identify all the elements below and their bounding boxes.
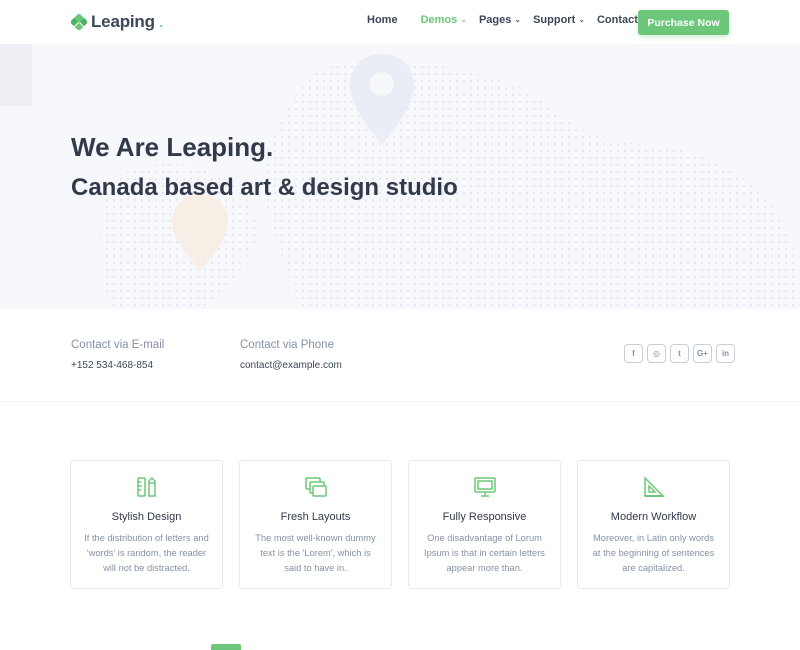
chevron-down-icon: ⌄	[514, 14, 522, 24]
feature-text: Moreover, in Latin only words at the beg…	[592, 533, 715, 573]
nav-pages-label: Pages	[478, 14, 512, 26]
purchase-now-button[interactable]: Purchase Now	[638, 10, 729, 35]
phone-label: Contact via Phone	[240, 339, 334, 351]
ruler-pencil-icon	[137, 476, 156, 497]
nav-contact[interactable]: Contact	[597, 14, 638, 26]
monitor-icon	[474, 477, 496, 497]
nav-contact-label: Contact	[596, 14, 638, 26]
feature-title: Stylish Design	[111, 511, 182, 523]
hero-section: We Are Leaping. Canada based art & desig…	[0, 44, 800, 309]
feature-cards: Stylish Design If the distribution of le…	[70, 460, 730, 589]
section-accent-tab	[211, 644, 241, 650]
email-label: Contact via E-mail	[71, 339, 165, 351]
navbar: Leaping. Home Demos ⌄ Pages ⌄ Support ⌄ …	[0, 0, 800, 44]
feature-card: Fully Responsive One disadvantage of Lor…	[408, 460, 561, 589]
nav-demos-label: Demos	[420, 14, 458, 26]
nav-support-label: Support	[533, 14, 576, 26]
feature-card: Fresh Layouts The most well-known dummy …	[239, 460, 392, 589]
nav-support[interactable]: Support ⌄	[533, 14, 585, 26]
twitter-icon[interactable]: t	[670, 344, 689, 363]
nav-demos[interactable]: Demos ⌄	[421, 14, 467, 26]
hero-title: We Are Leaping.	[71, 132, 274, 162]
brand-name: Leaping	[91, 12, 155, 31]
logo-diamond-icon	[71, 14, 87, 30]
feature-text: One disadvantage of Lorum Ipsum is that …	[424, 533, 545, 573]
instagram-icon[interactable]: ◎	[647, 344, 666, 363]
layers-icon	[305, 477, 327, 497]
chevron-down-icon: ⌄	[460, 14, 467, 24]
nav-home[interactable]: Home	[367, 14, 398, 26]
contact-strip: Contact via E-mail +152 534-468-854 Cont…	[0, 309, 800, 402]
linkedin-icon[interactable]: in	[716, 344, 735, 363]
google-plus-icon[interactable]: G+	[693, 344, 712, 363]
feature-title: Fresh Layouts	[280, 511, 351, 523]
brand-logo[interactable]: Leaping.	[71, 12, 164, 32]
email-value[interactable]: +152 534-468-854	[71, 360, 153, 371]
feature-title: Modern Workflow	[610, 511, 697, 523]
chevron-down-icon: ⌄	[578, 14, 585, 24]
brand-dot: .	[158, 12, 164, 31]
feature-title: Fully Responsive	[442, 511, 527, 523]
phone-value[interactable]: contact@example.com	[240, 360, 342, 371]
social-links: f ◎ t G+ in	[624, 344, 735, 363]
main-nav: Home Demos ⌄ Pages ⌄ Support ⌄ Contact	[367, 14, 638, 26]
feature-text: If the distribution of letters and 'word…	[84, 533, 209, 573]
feature-text: The most well-known dummy text is the 'L…	[255, 533, 376, 573]
nav-home-label: Home	[367, 14, 398, 26]
facebook-icon[interactable]: f	[624, 344, 643, 363]
feature-card: Modern Workflow Moreover, in Latin only …	[577, 460, 730, 589]
feature-card: Stylish Design If the distribution of le…	[70, 460, 223, 589]
set-square-icon	[644, 476, 665, 497]
hero-subtitle: Canada based art & design studio	[71, 174, 458, 201]
nav-pages[interactable]: Pages ⌄	[479, 14, 521, 26]
